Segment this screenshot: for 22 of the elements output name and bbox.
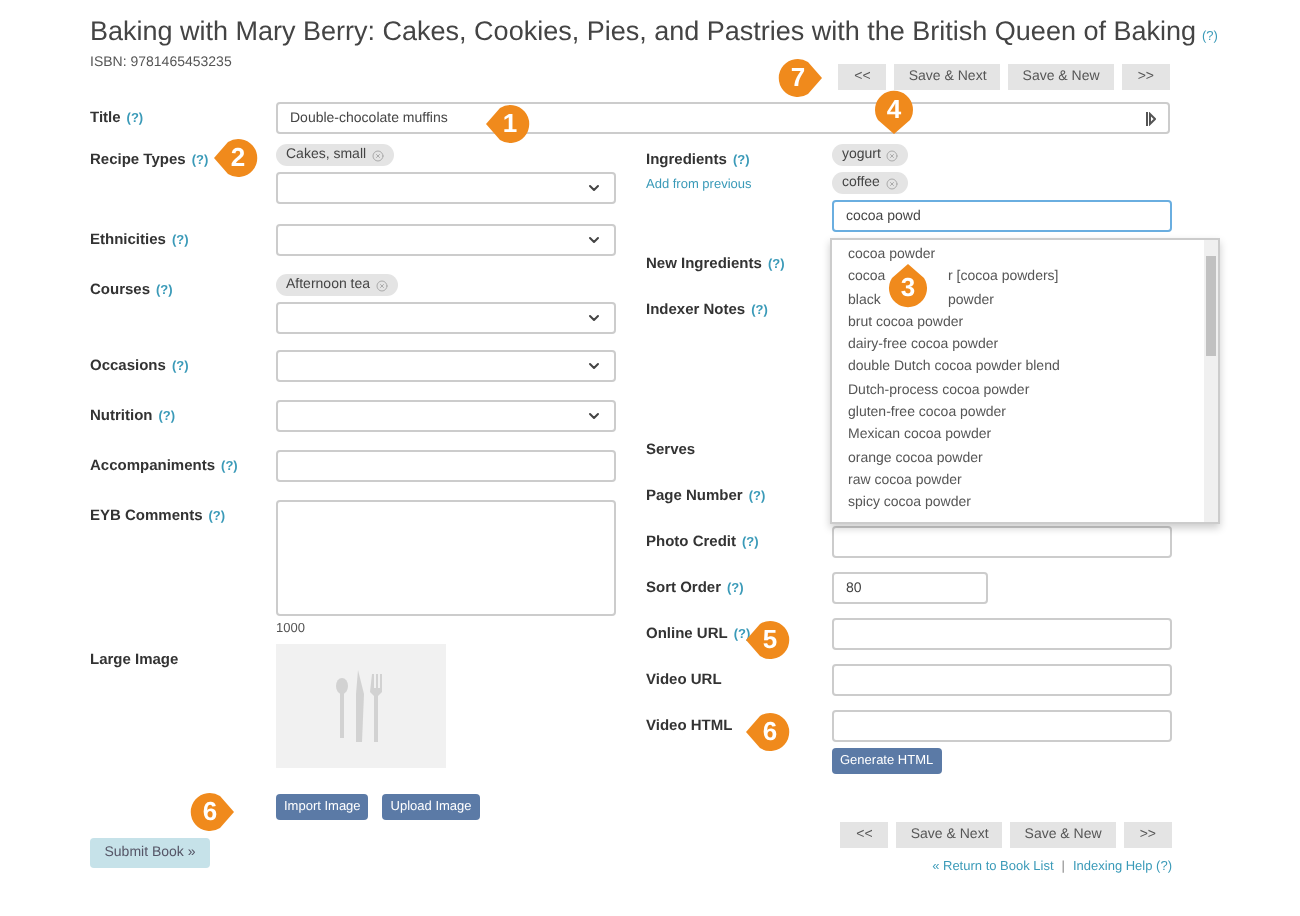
select-field[interactable] — [276, 302, 616, 334]
chevron-icon — [586, 232, 602, 248]
chevron-icon — [586, 310, 602, 326]
text-area[interactable] — [276, 500, 616, 616]
input-field[interactable] — [832, 526, 1172, 558]
select-field[interactable] — [276, 224, 616, 256]
scrollbar[interactable] — [1204, 240, 1218, 522]
select-field[interactable] — [276, 350, 616, 382]
remove-icon[interactable] — [885, 177, 898, 189]
chevron-icon — [586, 180, 602, 196]
select-field[interactable] — [276, 400, 616, 432]
remove-icon[interactable] — [372, 149, 385, 161]
select-field[interactable] — [276, 172, 616, 204]
chevron-icon — [586, 408, 602, 424]
input-field[interactable] — [832, 618, 1172, 650]
chevron-icon — [586, 358, 602, 374]
remove-icon[interactable] — [376, 279, 389, 291]
remove-icon[interactable] — [886, 149, 899, 161]
input-field[interactable] — [832, 664, 1172, 696]
input-field[interactable] — [276, 450, 616, 482]
extension-icon — [1146, 111, 1156, 125]
input-field[interactable] — [832, 710, 1172, 742]
